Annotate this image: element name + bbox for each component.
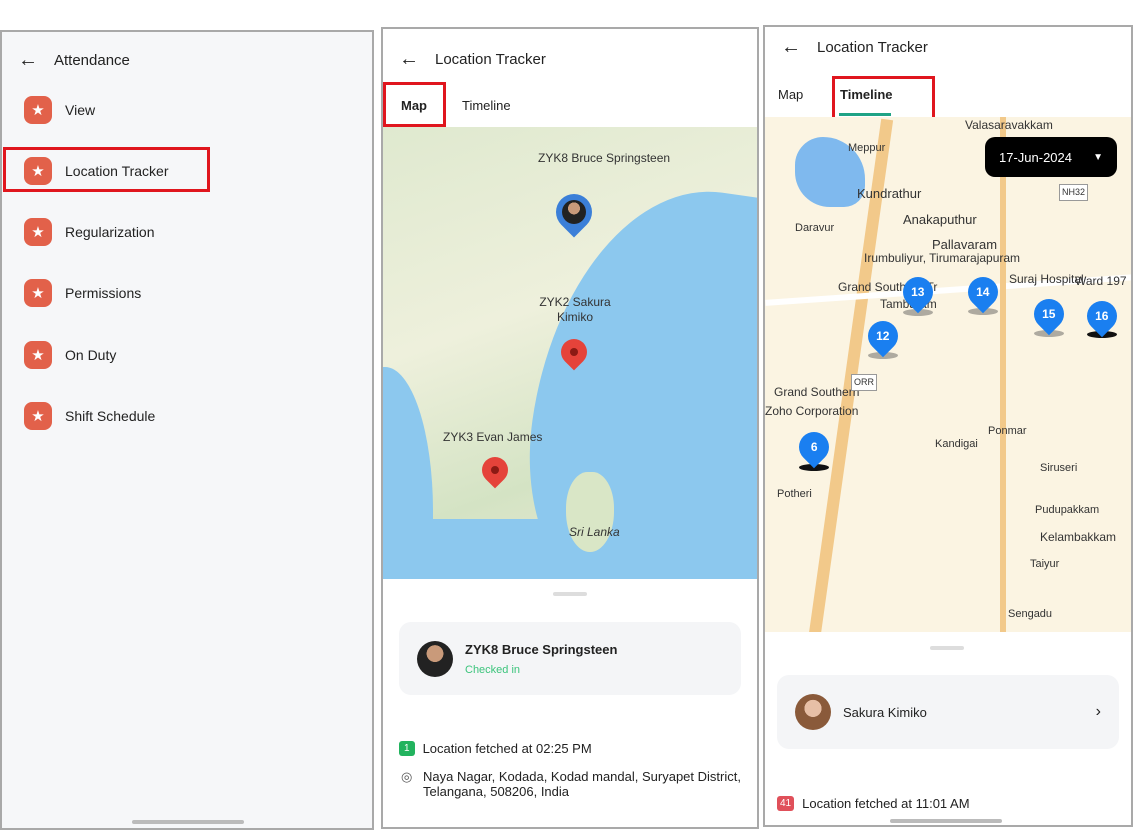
star-badge-icon: ★	[24, 341, 52, 369]
map-label: Ward 197	[1075, 274, 1127, 288]
menu-item-label: Permissions	[65, 285, 142, 301]
fetch-row: 41 Location fetched at 11:01 AM	[777, 796, 970, 811]
star-badge-icon: ★	[24, 218, 52, 246]
page-title: Attendance	[54, 51, 130, 69]
map-label: Daravur	[795, 222, 835, 234]
star-badge-icon: ★	[24, 279, 52, 307]
map-label: Kelambakkam	[1040, 530, 1117, 544]
highlight-box	[832, 76, 935, 122]
user-pin-blue[interactable]	[548, 186, 600, 238]
location-tracker-map-screen: ← Location Tracker Map Timeline ZYK8 Bru…	[381, 27, 759, 829]
map-label: ZYK2 Sakura Kimiko	[539, 295, 611, 324]
road-shield: NH32	[1059, 184, 1089, 201]
sea	[509, 170, 757, 579]
timeline-pin[interactable]: 12	[861, 314, 905, 358]
attendance-screen: ← Attendance ★ View ★ Location Tracker ★ Re…	[0, 30, 374, 830]
home-indicator	[132, 820, 244, 824]
timeline-pin[interactable]: 16	[1080, 294, 1124, 338]
menu-item-location-tracker[interactable]: ★ Location Tracker	[24, 157, 169, 185]
count-badge: 1	[399, 741, 415, 756]
header: ← Location Tracker	[765, 37, 1131, 57]
fetch-row: 1 Location fetched at 02:25 PM	[399, 741, 592, 756]
date-value: 17-Jun-2024	[999, 149, 1072, 165]
employee-name: ZYK8 Bruce Springsteen	[465, 641, 618, 657]
map-label: Kundrathur	[857, 186, 922, 201]
tab-timeline[interactable]: Timeline	[462, 98, 511, 113]
dropdown-caret-icon: ▼	[1093, 151, 1103, 163]
menu-item-on-duty[interactable]: ★ On Duty	[24, 341, 116, 369]
date-picker[interactable]: 17-Jun-2024 ▼	[985, 137, 1117, 177]
timeline-pin[interactable]: 15	[1027, 292, 1071, 336]
header: ← Attendance	[2, 50, 372, 70]
menu-item-label: Location Tracker	[65, 163, 169, 179]
menu-item-shift-schedule[interactable]: ★ Shift Schedule	[24, 402, 155, 430]
address-text: Naya Nagar, Kodada, Kodad mandal, Suryap…	[423, 769, 741, 799]
sheet-handle[interactable]	[930, 646, 964, 650]
map-label: Sri Lanka	[569, 525, 620, 539]
map-label: Taiyur	[1030, 558, 1060, 570]
star-badge-icon: ★	[24, 402, 52, 430]
sri-lanka-land	[566, 472, 614, 552]
menu-item-permissions[interactable]: ★ Permissions	[24, 279, 141, 307]
employee-card[interactable]: ZYK8 Bruce Springsteen Checked in	[399, 622, 741, 695]
page-title: Location Tracker	[435, 50, 546, 68]
map-label: Sengadu	[1008, 608, 1053, 620]
star-badge-icon: ★	[24, 96, 52, 124]
address-row: ◎ Naya Nagar, Kodada, Kodad mandal, Sury…	[401, 769, 743, 799]
map-label: Irumbuliyur, Tirumarajapuram	[864, 251, 1021, 265]
map-label: Grand Southern	[774, 385, 860, 399]
fetch-time: Location fetched at 11:01 AM	[802, 796, 970, 811]
location-pin-red[interactable]	[476, 451, 514, 489]
count-badge: 41	[777, 796, 795, 811]
menu-item-label: Regularization	[65, 224, 155, 240]
chevron-right-icon[interactable]: ›	[1096, 703, 1101, 721]
map-label: Pallavaram	[932, 237, 998, 252]
map-label: ZYK3 Evan James	[443, 430, 543, 444]
page-title: Location Tracker	[817, 38, 928, 56]
menu-item-label: On Duty	[65, 347, 117, 363]
timeline-pin[interactable]: 14	[961, 270, 1005, 314]
fetch-time: Location fetched at 02:25 PM	[422, 741, 592, 756]
map-label: ZYK8 Bruce Springsteen	[538, 151, 671, 165]
map-label: Zoho Corporation	[765, 404, 859, 418]
employee-name: Sakura Kimiko	[843, 704, 927, 720]
back-arrow-icon[interactable]: ←	[399, 49, 419, 69]
tab-map[interactable]: Map	[778, 87, 803, 102]
timeline-pin[interactable]: 6	[792, 425, 836, 469]
back-arrow-icon[interactable]: ←	[781, 37, 801, 57]
employee-card[interactable]: Sakura Kimiko ›	[777, 675, 1119, 749]
status-text: Checked in	[465, 663, 521, 676]
map-label: Siruseri	[1040, 462, 1078, 474]
map-label: Meppur	[848, 142, 886, 154]
map-label: Potheri	[777, 488, 812, 500]
map-label: Pudupakkam	[1035, 504, 1100, 516]
map-view[interactable]: Valasaravakkam Meppur Kundrathur Anakapu…	[765, 117, 1131, 632]
sheet-handle[interactable]	[553, 592, 587, 596]
map-label: Suraj Hospital	[1009, 272, 1084, 286]
map-label: Ponmar	[988, 425, 1027, 437]
menu-item-label: Shift Schedule	[65, 408, 156, 424]
menu-item-label: View	[65, 102, 96, 118]
location-tracker-timeline-screen: ← Location Tracker Map Timeline Valasara…	[763, 25, 1133, 827]
road-shield: ORR	[851, 374, 877, 391]
star-badge-icon: ★	[24, 157, 52, 185]
map-label: Kandigai	[935, 438, 978, 450]
map-label: Anakaputhur	[903, 212, 977, 227]
header: ← Location Tracker	[383, 49, 757, 69]
menu-item-view[interactable]: ★ View	[24, 96, 95, 124]
location-pin-icon: ◎	[401, 769, 413, 784]
avatar	[795, 694, 831, 730]
map-view[interactable]: ZYK8 Bruce Springsteen ZYK2 Sakura Kimik…	[383, 127, 757, 579]
tab-map[interactable]: Map	[401, 98, 427, 113]
menu-item-regularization[interactable]: ★ Regularization	[24, 218, 155, 246]
back-arrow-icon[interactable]: ←	[18, 50, 38, 70]
home-indicator	[890, 819, 1002, 823]
avatar	[417, 640, 453, 677]
road	[1000, 117, 1006, 632]
map-label: Valasaravakkam	[965, 118, 1053, 132]
